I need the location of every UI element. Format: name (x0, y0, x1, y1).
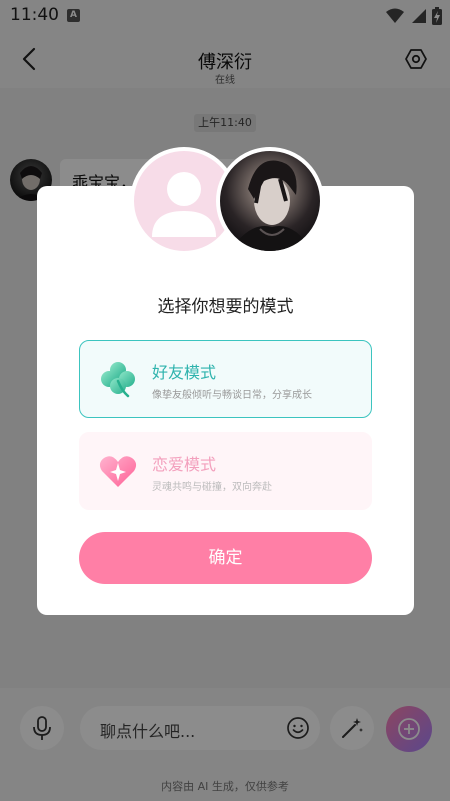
clover-icon (101, 362, 135, 398)
option-love-desc: 灵魂共鸣与碰撞，双向奔赴 (152, 482, 272, 493)
option-friend-mode[interactable]: 好友模式 像挚友般倾听与畅谈日常，分享成长 (79, 340, 372, 418)
character-portrait-large (230, 160, 312, 251)
option-friend-desc: 像挚友般倾听与畅谈日常，分享成长 (152, 390, 312, 401)
confirm-button[interactable]: 确定 (79, 532, 372, 584)
option-love-name: 恋爱模式 (152, 455, 217, 474)
dialog-title: 选择你想要的模式 (157, 297, 294, 317)
heart-sparkle-icon (99, 456, 137, 487)
mode-select-dialog: 选择你想要的模式 好友模式 像挚友般倾听与畅谈日常，分享成长 恋爱模式 灵魂共鸣… (37, 186, 414, 615)
option-love-mode[interactable]: 恋爱模式 灵魂共鸣与碰撞，双向奔赴 (79, 432, 372, 510)
character-avatar-large (216, 147, 324, 255)
option-friend-name: 好友模式 (152, 363, 217, 382)
